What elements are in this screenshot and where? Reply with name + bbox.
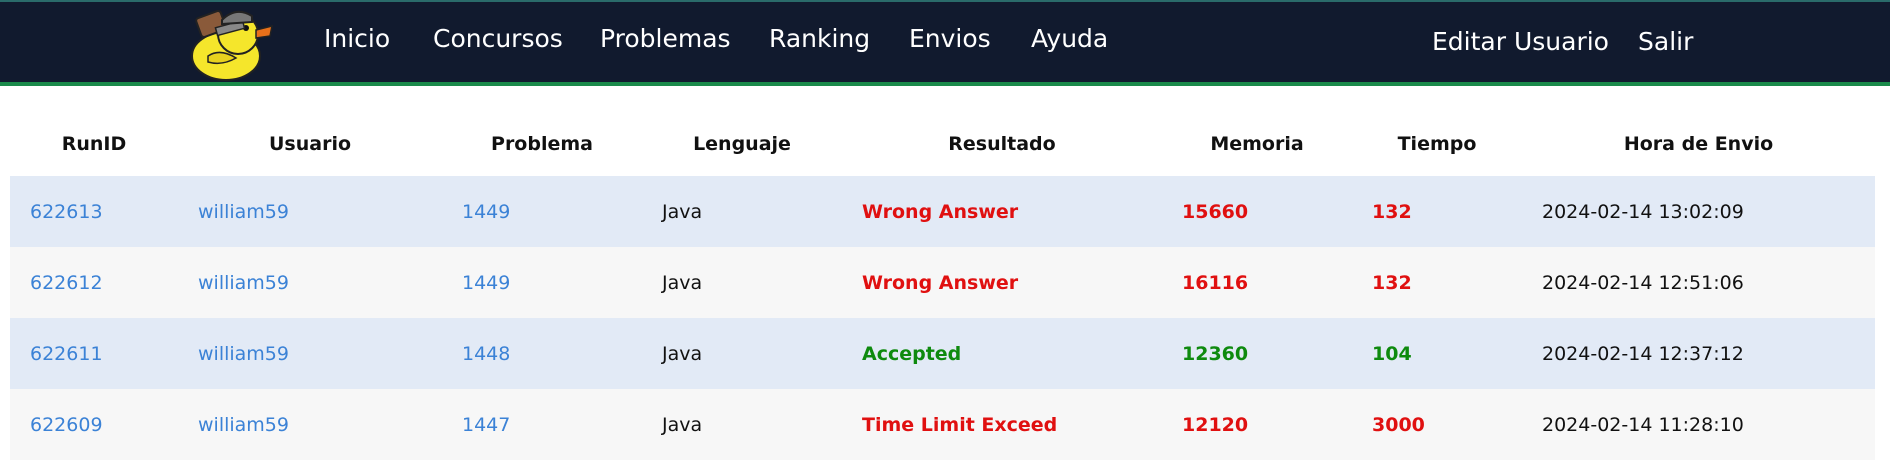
language-cell: Java bbox=[662, 413, 703, 436]
time-cell: 3000 bbox=[1372, 413, 1425, 436]
runid-link[interactable]: 622612 bbox=[30, 272, 103, 294]
submitted-time-cell: 2024-02-14 13:02:09 bbox=[1542, 200, 1744, 223]
table-row: 622612 william59 1449 Java Wrong Answer … bbox=[10, 247, 1875, 318]
problem-link[interactable]: 1449 bbox=[462, 272, 510, 294]
problem-link[interactable]: 1447 bbox=[462, 414, 510, 436]
memory-cell: 16116 bbox=[1182, 271, 1249, 294]
result-cell: Time Limit Exceed bbox=[862, 413, 1058, 436]
runid-link[interactable]: 622609 bbox=[30, 414, 103, 436]
nav-salir[interactable]: Salir bbox=[1638, 27, 1693, 56]
language-cell: Java bbox=[662, 342, 703, 365]
table-header-row: RunID Usuario Problema Lenguaje Resultad… bbox=[10, 112, 1875, 176]
submitted-time-cell: 2024-02-14 12:37:12 bbox=[1542, 342, 1744, 365]
result-cell: Wrong Answer bbox=[862, 200, 1019, 223]
memory-cell: 12360 bbox=[1182, 342, 1249, 365]
submissions-table: RunID Usuario Problema Lenguaje Resultad… bbox=[10, 112, 1875, 460]
user-link[interactable]: william59 bbox=[198, 343, 289, 365]
header-hora-de-envio[interactable]: Hora de Envio bbox=[1522, 112, 1875, 176]
user-link[interactable]: william59 bbox=[198, 201, 289, 223]
user-link[interactable]: william59 bbox=[198, 414, 289, 436]
time-cell: 132 bbox=[1372, 200, 1412, 223]
header-lenguaje[interactable]: Lenguaje bbox=[642, 112, 842, 176]
nav-inicio[interactable]: Inicio bbox=[324, 24, 390, 53]
nav-editar-usuario[interactable]: Editar Usuario bbox=[1432, 27, 1609, 56]
nav-envios[interactable]: Envios bbox=[909, 24, 991, 53]
submitted-time-cell: 2024-02-14 12:51:06 bbox=[1542, 271, 1744, 294]
header-usuario[interactable]: Usuario bbox=[178, 112, 442, 176]
result-cell: Wrong Answer bbox=[862, 271, 1019, 294]
result-cell: Accepted bbox=[862, 342, 962, 365]
user-link[interactable]: william59 bbox=[198, 272, 289, 294]
table-row: 622613 william59 1449 Java Wrong Answer … bbox=[10, 176, 1875, 247]
header-tiempo[interactable]: Tiempo bbox=[1352, 112, 1522, 176]
language-cell: Java bbox=[662, 200, 703, 223]
nav-ayuda[interactable]: Ayuda bbox=[1031, 24, 1108, 53]
language-cell: Java bbox=[662, 271, 703, 294]
header-problema[interactable]: Problema bbox=[442, 112, 642, 176]
table-row: 622609 william59 1447 Java Time Limit Ex… bbox=[10, 389, 1875, 460]
problem-link[interactable]: 1449 bbox=[462, 201, 510, 223]
problem-link[interactable]: 1448 bbox=[462, 343, 510, 365]
nav-problemas[interactable]: Problemas bbox=[600, 24, 731, 53]
runid-link[interactable]: 622611 bbox=[30, 343, 103, 365]
table-row: 622611 william59 1448 Java Accepted 1236… bbox=[10, 318, 1875, 389]
memory-cell: 12120 bbox=[1182, 413, 1249, 436]
header-runid[interactable]: RunID bbox=[10, 112, 178, 176]
nav-ranking[interactable]: Ranking bbox=[769, 24, 870, 53]
header-memoria[interactable]: Memoria bbox=[1162, 112, 1352, 176]
nav-concursos[interactable]: Concursos bbox=[433, 24, 563, 53]
time-cell: 104 bbox=[1372, 342, 1412, 365]
duck-logo-icon[interactable] bbox=[186, 6, 276, 82]
memory-cell: 15660 bbox=[1182, 200, 1249, 223]
runid-link[interactable]: 622613 bbox=[30, 201, 103, 223]
header-resultado[interactable]: Resultado bbox=[842, 112, 1162, 176]
submitted-time-cell: 2024-02-14 11:28:10 bbox=[1542, 413, 1744, 436]
time-cell: 132 bbox=[1372, 271, 1412, 294]
navbar: Inicio Concursos Problemas Ranking Envio… bbox=[0, 0, 1890, 86]
